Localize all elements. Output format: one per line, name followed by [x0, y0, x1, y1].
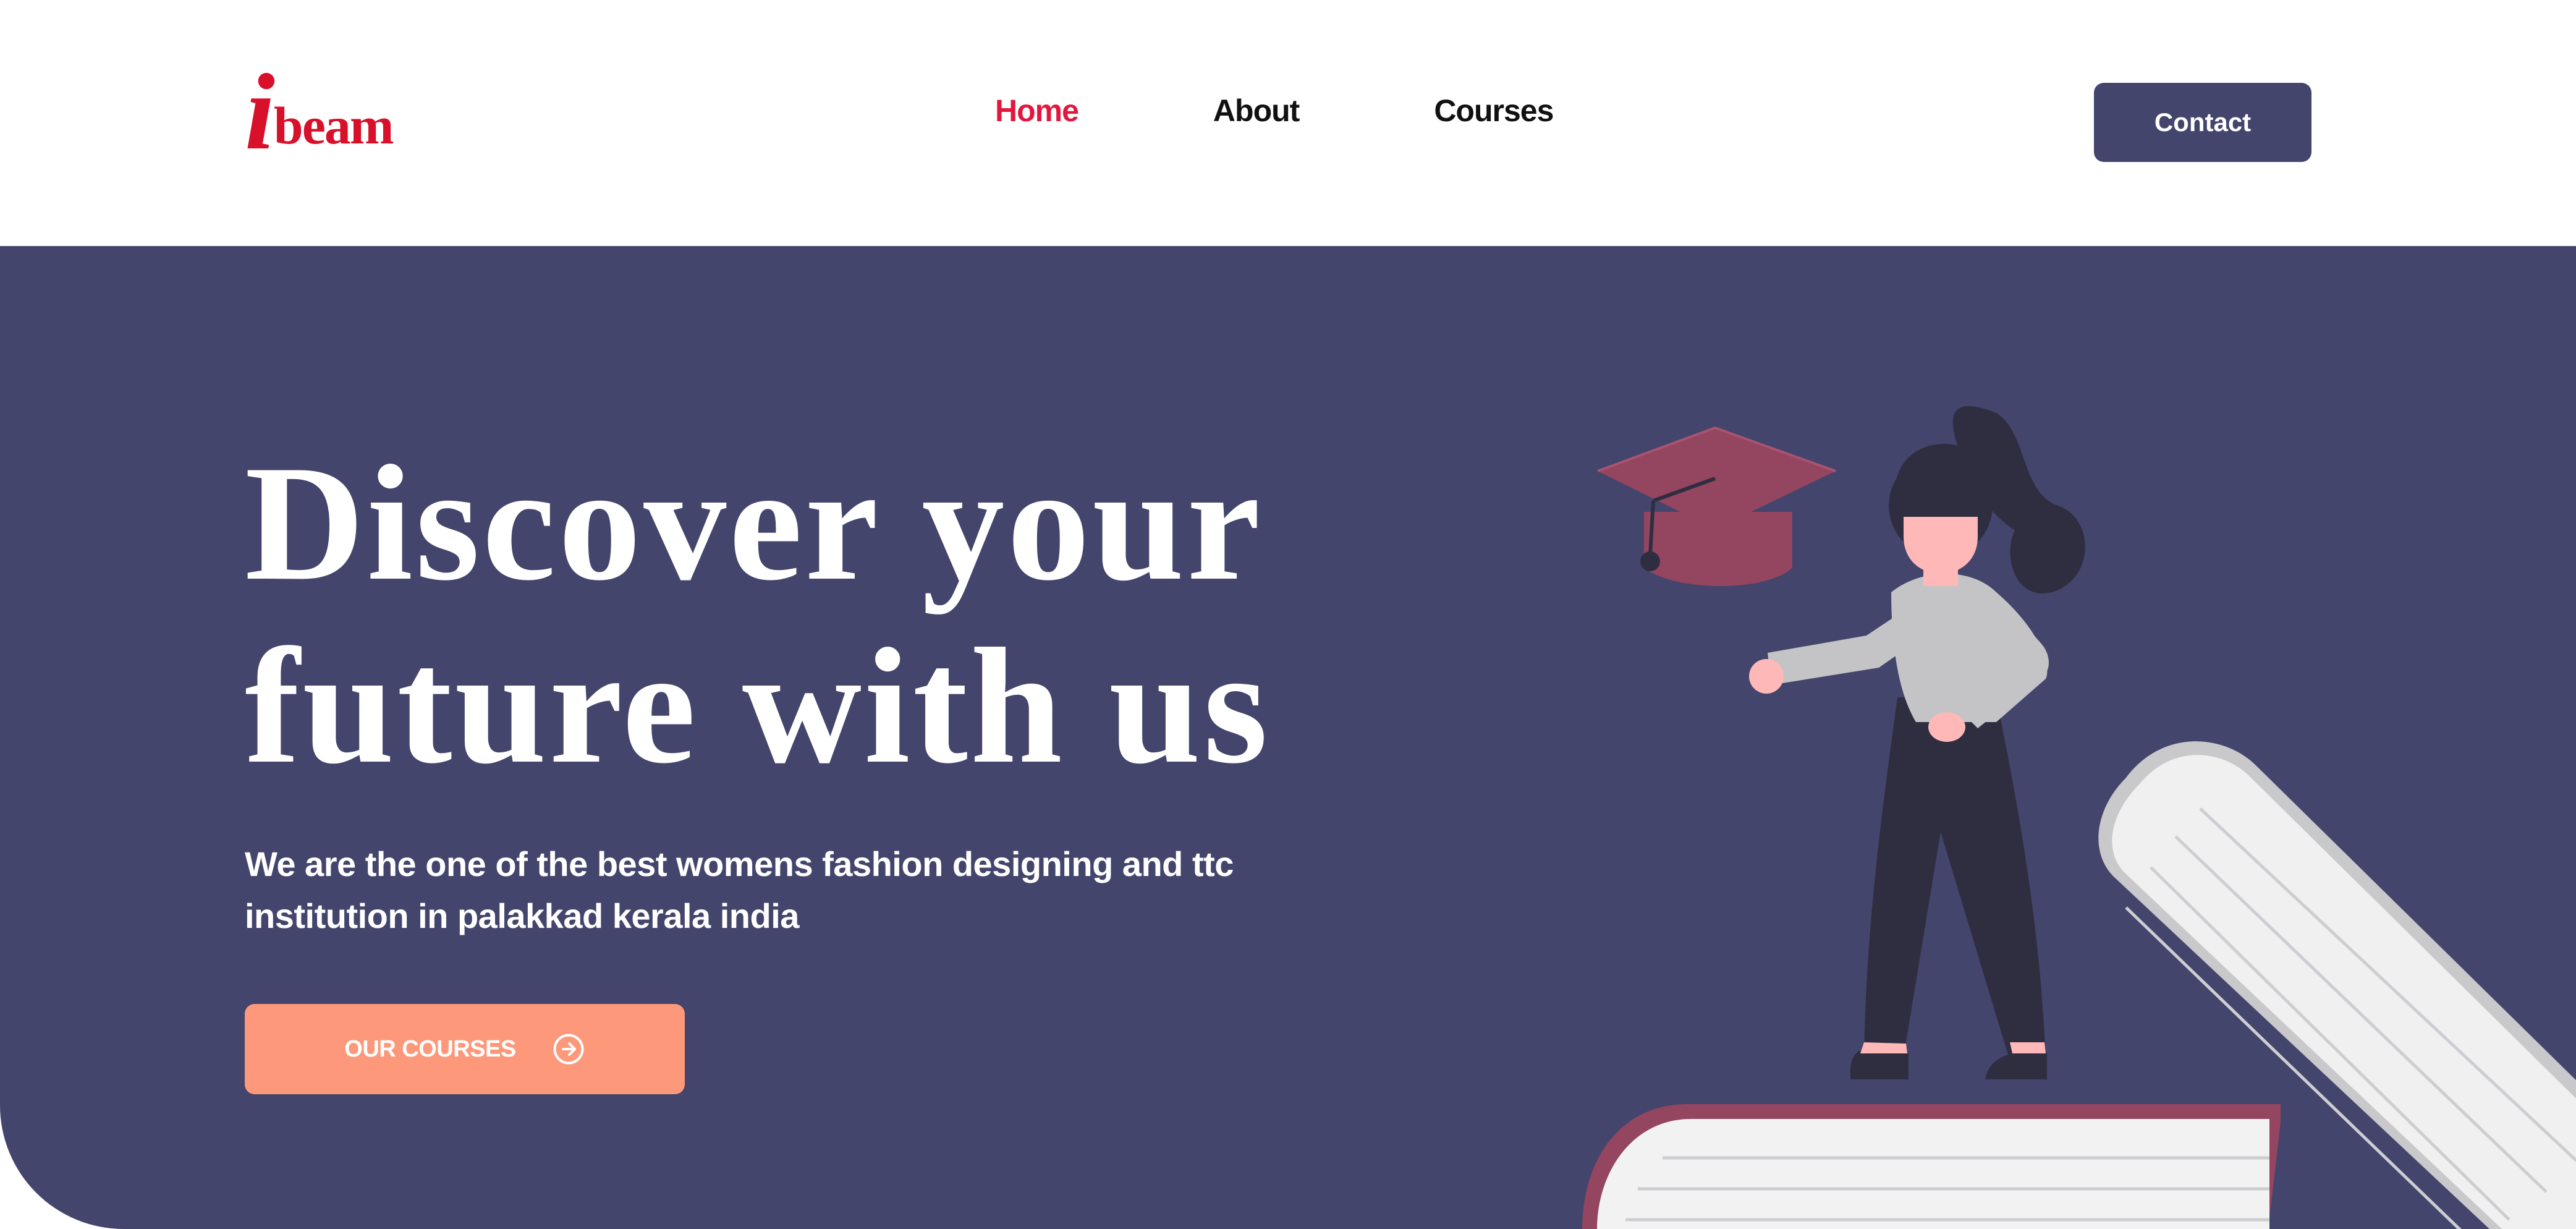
logo-initial: i: [245, 52, 275, 172]
ibeam-logo[interactable]: i beam: [245, 58, 418, 167]
graduation-cap-icon: [1597, 426, 1836, 586]
page: i beam Home About Courses Contact Discov…: [0, 0, 2576, 1229]
our-courses-button[interactable]: OUR COURSES: [245, 1004, 685, 1094]
graduate-woman-illustration: [1582, 406, 2576, 1229]
nav-item-courses[interactable]: Courses: [1434, 93, 1554, 129]
hero-title: Discover your future with us: [245, 432, 1270, 797]
logo-text: beam: [273, 96, 394, 155]
contact-button[interactable]: Contact: [2094, 83, 2311, 162]
arrow-right-circle-icon: [553, 1034, 584, 1065]
hero-section: Discover your future with us We are the …: [0, 246, 2576, 1229]
main-nav: Home About Courses: [995, 93, 1554, 129]
nav-item-home[interactable]: Home: [995, 93, 1079, 129]
hero-title-line-1: Discover your: [245, 431, 1263, 614]
woman-figure: [1749, 406, 2085, 1079]
our-courses-label: OUR COURSES: [344, 1036, 516, 1062]
bottom-book: [1582, 1104, 2281, 1229]
nav-item-about[interactable]: About: [1213, 93, 1300, 129]
hero-title-line-2: future with us: [245, 614, 1271, 797]
site-header: i beam Home About Courses Contact: [0, 0, 2576, 246]
hero-subtitle: We are the one of the best womens fashio…: [245, 844, 1234, 935]
